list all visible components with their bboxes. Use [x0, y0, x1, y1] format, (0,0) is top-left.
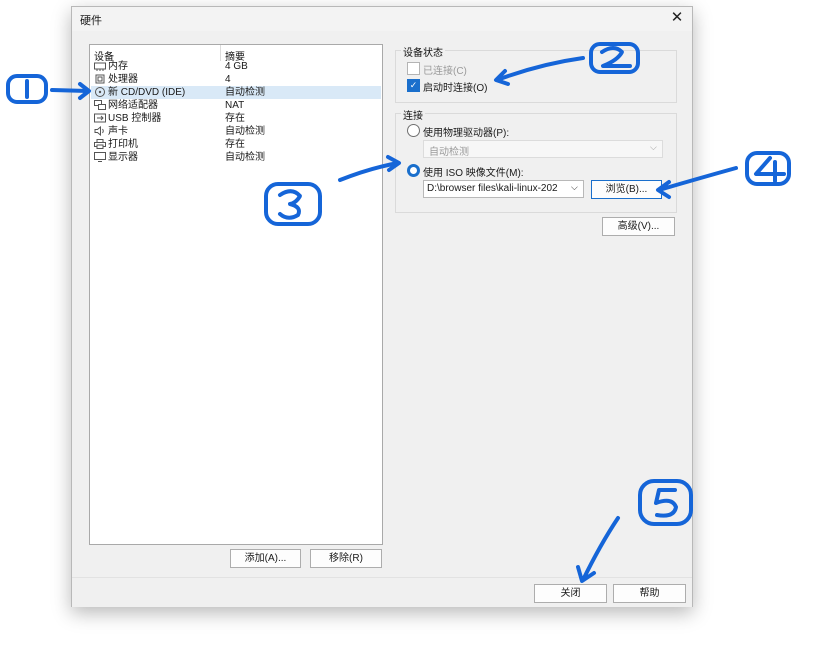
browse-button[interactable]: 浏览(B)... [591, 180, 662, 199]
help-button[interactable]: 帮助 [613, 584, 686, 603]
advanced-button[interactable]: 高级(V)... [602, 217, 675, 236]
memory-icon [94, 62, 106, 71]
physical-drive-radio[interactable] [407, 124, 420, 137]
device-status-title: 设备状态 [401, 44, 445, 59]
annotation-badge-1 [6, 74, 48, 104]
device-row-sound-card[interactable]: 声卡 自动检测 [91, 125, 381, 138]
annotation-badge-4 [745, 151, 791, 186]
usb-icon [94, 113, 106, 123]
title-bar: 硬件 ✕ [72, 7, 692, 31]
physical-drive-label[interactable]: 使用物理驱动器(P): [423, 124, 509, 139]
device-summary: 4 GB [225, 61, 248, 72]
device-name: 新 CD/DVD (IDE) [108, 87, 186, 98]
column-separator[interactable] [220, 45, 221, 61]
connected-label[interactable]: 已连接(C) [423, 62, 467, 77]
network-adapter-icon [94, 100, 106, 110]
device-name: 处理器 [108, 74, 138, 85]
chevron-down-icon: ⌵ [650, 142, 657, 152]
device-name: 打印机 [108, 139, 138, 150]
device-summary: 自动检测 [225, 126, 265, 137]
iso-path-combo[interactable]: D:\browser files\kali-linux-202 ⌵ [423, 180, 584, 198]
device-name: 声卡 [108, 126, 128, 137]
device-row-printer[interactable]: 打印机 存在 [91, 138, 381, 151]
close-button[interactable]: 关闭 [534, 584, 607, 603]
remove-device-button[interactable]: 移除(R) [310, 549, 382, 568]
connect-at-power-on-label[interactable]: 启动时连接(O) [423, 79, 487, 94]
device-name: 显示器 [108, 152, 138, 163]
iso-image-radio[interactable] [407, 164, 420, 177]
device-summary: 存在 [225, 139, 245, 150]
device-summary: 自动检测 [225, 152, 265, 163]
iso-path-value[interactable]: D:\browser files\kali-linux-202 [427, 183, 569, 194]
hardware-dialog: 硬件 ✕ 设备 摘要 内存 4 GB 处理器 4 新 CD/DVD (IDE) … [71, 6, 693, 607]
close-icon[interactable]: ✕ [668, 9, 686, 27]
chevron-down-icon[interactable]: ⌵ [571, 182, 578, 193]
add-device-button[interactable]: 添加(A)... [230, 549, 301, 568]
connection-title: 连接 [401, 107, 425, 122]
dialog-title: 硬件 [80, 15, 102, 27]
device-name: USB 控制器 [108, 113, 162, 124]
device-row-cd-dvd[interactable]: 新 CD/DVD (IDE) 自动检测 [91, 86, 381, 99]
device-summary: 自动检测 [225, 87, 265, 98]
device-row-processor[interactable]: 处理器 4 [91, 73, 381, 86]
connected-checkbox[interactable] [407, 62, 420, 75]
physical-drive-select: 自动检测 ⌵ [423, 140, 663, 158]
device-row-network-adapter[interactable]: 网络适配器 NAT [91, 99, 381, 112]
cd-dvd-icon [95, 87, 105, 97]
annotation-digit-4 [754, 156, 786, 183]
physical-drive-value: 自动检测 [429, 147, 469, 158]
device-list[interactable]: 设备 摘要 内存 4 GB 处理器 4 新 CD/DVD (IDE) 自动检测 … [89, 44, 383, 545]
iso-image-label[interactable]: 使用 ISO 映像文件(M): [423, 164, 524, 179]
device-row-usb-controller[interactable]: USB 控制器 存在 [91, 112, 381, 125]
processor-icon [95, 74, 105, 84]
speaker-icon [94, 126, 104, 136]
device-summary: 存在 [225, 113, 245, 124]
monitor-icon [94, 152, 106, 162]
device-name: 内存 [108, 61, 128, 72]
device-summary: NAT [225, 100, 245, 111]
device-row-display[interactable]: 显示器 自动检测 [91, 151, 381, 164]
device-row-memory[interactable]: 内存 4 GB [91, 60, 381, 73]
printer-icon [94, 139, 106, 149]
connect-at-power-on-checkbox[interactable]: ✓ [407, 79, 420, 92]
device-summary: 4 [225, 74, 231, 85]
device-name: 网络适配器 [108, 100, 158, 111]
